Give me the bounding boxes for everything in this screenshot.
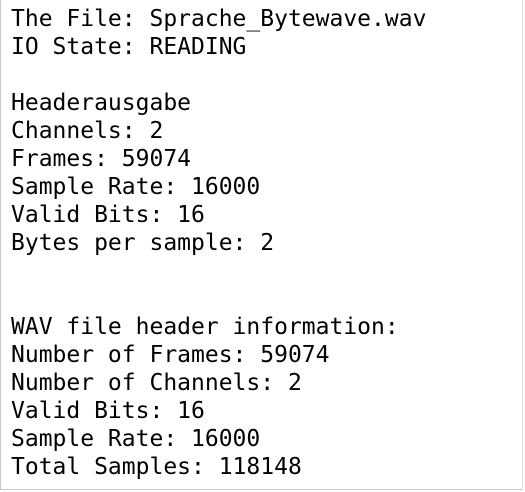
wav-header-info-title: WAV file header information: <box>11 314 399 340</box>
channels-line: Channels: 2 <box>11 118 164 144</box>
sample-rate-line: Sample Rate: 16000 <box>11 174 261 200</box>
total-samples-line: Total Samples: 118148 <box>11 454 302 480</box>
file-line: The File: Sprache_Bytewave.wav <box>11 6 427 32</box>
console-output-panel: The File: Sprache_Bytewave.wav IO State:… <box>0 0 523 490</box>
number-of-frames-line: Number of Frames: 59074 <box>11 342 330 368</box>
header-output-title: Headerausgabe <box>11 90 192 116</box>
wav-sample-rate-line: Sample Rate: 16000 <box>11 426 261 452</box>
valid-bits-line: Valid Bits: 16 <box>11 202 205 228</box>
bytes-per-sample-line: Bytes per sample: 2 <box>11 230 275 256</box>
number-of-channels-line: Number of Channels: 2 <box>11 370 302 396</box>
wav-valid-bits-line: Valid Bits: 16 <box>11 398 205 424</box>
io-state-line: IO State: READING <box>11 34 247 60</box>
frames-line: Frames: 59074 <box>11 146 192 172</box>
